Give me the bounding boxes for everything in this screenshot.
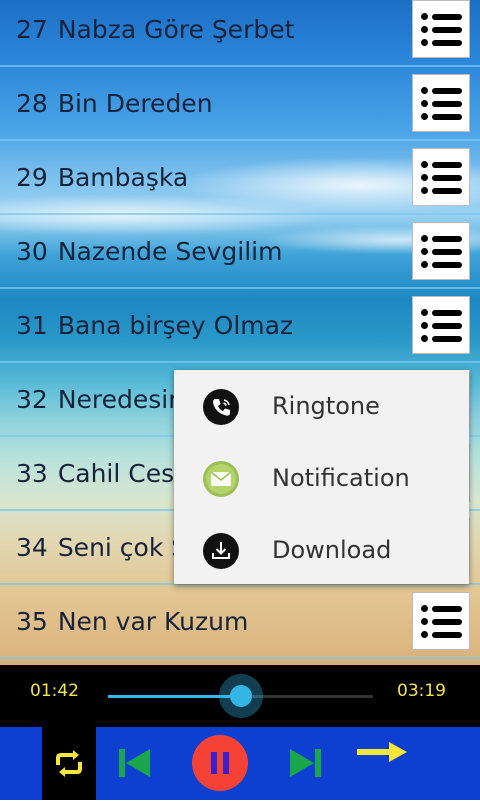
song-title-text: Bana birşey Olmaz bbox=[57, 311, 294, 340]
song-title-text: Bambaşka bbox=[57, 163, 189, 192]
elapsed-time: 01:42 bbox=[30, 681, 79, 701]
song-number: 29 bbox=[16, 163, 48, 192]
song-number: 31 bbox=[16, 311, 48, 340]
player-bar: 01:42 03:19 bbox=[0, 665, 480, 727]
list-menu-icon[interactable] bbox=[412, 592, 470, 650]
song-title: 35 Nen var Kuzum bbox=[16, 586, 248, 657]
phone-icon bbox=[202, 388, 240, 426]
popup-item-label: Download bbox=[272, 536, 392, 564]
song-title-text: Nazende Sevgilim bbox=[57, 237, 283, 266]
song-row[interactable]: 28 Bin Dereden bbox=[0, 68, 480, 141]
song-title: 33 Cahil Ces bbox=[16, 438, 174, 509]
popup-item-label: Notification bbox=[272, 464, 410, 492]
song-number: 28 bbox=[16, 89, 48, 118]
popup-item-notification[interactable]: Notification bbox=[174, 442, 469, 514]
playback-controls bbox=[0, 727, 480, 800]
song-number: 33 bbox=[16, 459, 48, 488]
song-title-text: Nabza Göre Şerbet bbox=[57, 15, 295, 44]
song-title-text: Seni çok S bbox=[57, 533, 188, 562]
song-number: 32 bbox=[16, 385, 48, 414]
repeat-icon bbox=[56, 750, 82, 777]
pause-button[interactable] bbox=[192, 735, 248, 791]
list-menu-icon[interactable] bbox=[412, 0, 470, 58]
list-menu-icon[interactable] bbox=[412, 222, 470, 280]
repeat-button[interactable] bbox=[42, 727, 96, 800]
pause-icon bbox=[211, 752, 229, 774]
seek-bar-thumb[interactable] bbox=[218, 674, 263, 718]
song-title-text: Nen var Kuzum bbox=[57, 607, 249, 636]
arrow-right-icon[interactable] bbox=[355, 741, 409, 763]
list-menu-icon[interactable] bbox=[412, 74, 470, 132]
song-title: 32 Neredesin bbox=[16, 364, 184, 435]
popup-item-download[interactable]: Download bbox=[174, 514, 469, 586]
song-title-text: Cahil Ces bbox=[57, 459, 175, 488]
options-popup: Ringtone Notification Download bbox=[174, 370, 469, 584]
list-menu-icon[interactable] bbox=[412, 296, 470, 354]
song-row[interactable]: 30 Nazende Sevgilim bbox=[0, 216, 480, 289]
total-duration: 03:19 bbox=[397, 681, 446, 701]
envelope-icon bbox=[202, 460, 240, 498]
song-row[interactable]: 27 Nabza Göre Şerbet bbox=[0, 0, 480, 67]
popup-item-ringtone[interactable]: Ringtone bbox=[174, 370, 469, 442]
song-title-text: Neredesin bbox=[57, 385, 185, 414]
popup-item-label: Ringtone bbox=[272, 392, 380, 420]
skip-next-icon[interactable] bbox=[286, 745, 324, 781]
song-title: 28 Bin Dereden bbox=[16, 68, 213, 139]
song-title: 29 Bambaşka bbox=[16, 142, 188, 213]
song-title-text: Bin Dereden bbox=[57, 89, 213, 118]
song-number: 35 bbox=[16, 607, 48, 636]
song-row[interactable]: 29 Bambaşka bbox=[0, 142, 480, 215]
song-number: 27 bbox=[16, 15, 48, 44]
song-title: 34 Seni çok S bbox=[16, 512, 187, 583]
song-title: 31 Bana birşey Olmaz bbox=[16, 290, 293, 361]
song-number: 30 bbox=[16, 237, 48, 266]
song-title: 30 Nazende Sevgilim bbox=[16, 216, 282, 287]
skip-previous-icon[interactable] bbox=[116, 745, 154, 781]
song-row[interactable]: 35 Nen var Kuzum bbox=[0, 586, 480, 659]
download-icon bbox=[202, 532, 240, 570]
list-menu-icon[interactable] bbox=[412, 148, 470, 206]
song-number: 34 bbox=[16, 533, 48, 562]
song-row[interactable]: 31 Bana birşey Olmaz bbox=[0, 290, 480, 363]
song-title: 27 Nabza Göre Şerbet bbox=[16, 0, 294, 65]
